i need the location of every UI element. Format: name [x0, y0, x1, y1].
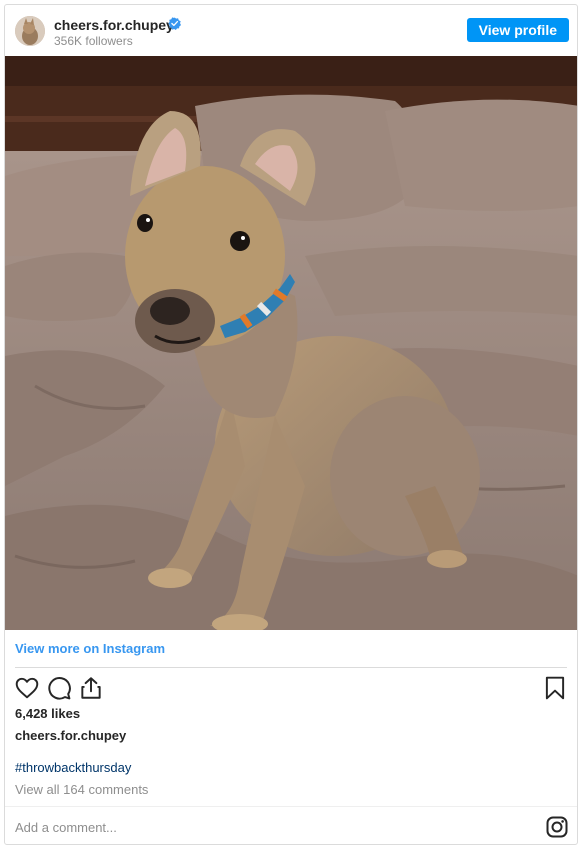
view-profile-button[interactable]: View profile — [466, 18, 569, 42]
view-all-comments-link[interactable]: View all 164 comments — [15, 782, 148, 797]
add-comment-field[interactable]: Add a comment... — [15, 820, 117, 835]
bookmark-icon[interactable] — [542, 675, 568, 701]
profile-username[interactable]: cheers.for.chupey — [54, 17, 174, 33]
caption-username[interactable]: cheers.for.chupey — [15, 728, 126, 743]
verified-badge-icon — [168, 17, 181, 30]
share-icon[interactable] — [78, 675, 104, 701]
comment-icon[interactable] — [46, 675, 72, 701]
footer-divider — [5, 806, 577, 807]
like-count[interactable]: 6,428 likes — [15, 706, 80, 721]
instagram-icon[interactable] — [545, 815, 569, 839]
instagram-embed-card: cheers.for.chupey 356K followers View pr… — [4, 4, 578, 845]
post-photo[interactable] — [5, 56, 577, 630]
follower-count: 356K followers — [54, 34, 133, 48]
action-bar — [5, 675, 577, 703]
avatar[interactable] — [15, 16, 45, 46]
view-more-link[interactable]: View more on Instagram — [15, 641, 165, 656]
heart-icon[interactable] — [14, 675, 40, 701]
divider — [15, 667, 567, 668]
hashtag-link[interactable]: #throwbackthursday — [15, 760, 131, 775]
post-header: cheers.for.chupey 356K followers View pr… — [5, 5, 577, 57]
